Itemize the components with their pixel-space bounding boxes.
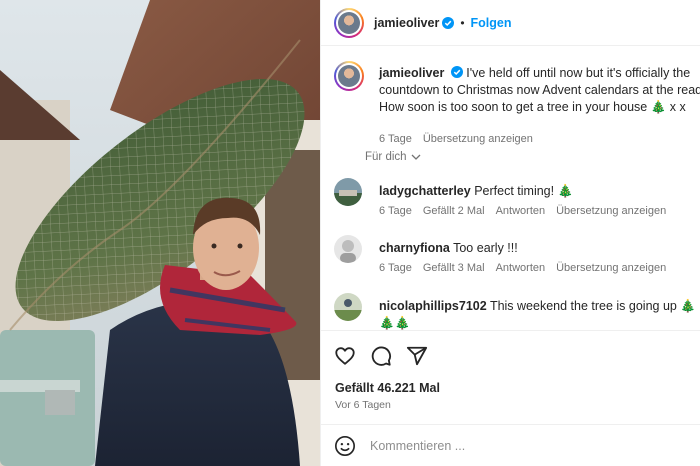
caption-age: 6 Tage bbox=[379, 133, 412, 145]
post-age: Vor 6 Tagen bbox=[335, 399, 391, 411]
share-icon[interactable] bbox=[406, 345, 428, 367]
verified-icon bbox=[450, 66, 463, 78]
separator-dot: • bbox=[460, 15, 465, 30]
like-count[interactable]: Gefällt 46.221 Mal bbox=[335, 381, 440, 395]
action-icons bbox=[334, 345, 428, 367]
comment-likes[interactable]: Gefällt 3 Mal bbox=[423, 262, 485, 274]
comment-likes[interactable]: Gefällt 2 Mal bbox=[423, 205, 485, 217]
post-header: jamieoliver • Folgen bbox=[321, 0, 700, 46]
heart-icon[interactable] bbox=[334, 345, 356, 367]
commenter-username[interactable]: charnyfiona bbox=[379, 241, 450, 255]
comment-input[interactable] bbox=[370, 438, 670, 453]
author-username[interactable]: jamieoliver bbox=[374, 16, 439, 30]
post-side-panel: jamieoliver • Folgen jamieoliver I've he… bbox=[320, 0, 700, 466]
comment-meta: 6 Tage Gefällt 2 Mal Antworten Übersetzu… bbox=[379, 205, 666, 217]
follow-button[interactable]: Folgen bbox=[471, 16, 512, 30]
instagram-post-view: jamieoliver • Folgen jamieoliver I've he… bbox=[0, 0, 700, 466]
comment-meta: 6 Tage Gefällt 3 Mal Antworten Übersetzu… bbox=[379, 262, 666, 274]
comment-icon[interactable] bbox=[370, 345, 392, 367]
comments-section: jamieoliver I've held off until now but … bbox=[321, 47, 700, 330]
commenter-avatar[interactable] bbox=[334, 178, 362, 206]
caption-line-3: How soon is too soon to get a tree in yo… bbox=[379, 100, 686, 114]
comment-sort-label: Für dich bbox=[365, 151, 407, 163]
translate-comment-button[interactable]: Übersetzung anzeigen bbox=[556, 205, 666, 217]
commenter-avatar[interactable] bbox=[334, 235, 362, 263]
chevron-down-icon bbox=[411, 154, 421, 160]
caption-text: jamieoliver I've held off until now but … bbox=[379, 65, 700, 116]
reply-button[interactable]: Antworten bbox=[496, 205, 546, 217]
commenter-username[interactable]: ladygchatterley bbox=[379, 184, 471, 198]
post-actions: Gefällt 46.221 Mal Vor 6 Tagen bbox=[321, 330, 700, 416]
caption-author[interactable]: jamieoliver bbox=[379, 66, 444, 80]
comment-composer bbox=[321, 424, 700, 466]
comment-text: nicolaphillips7102 This weekend the tree… bbox=[379, 298, 699, 330]
caption-line-1: I've held off until now but it's officia… bbox=[466, 66, 691, 80]
verified-icon bbox=[442, 16, 455, 29]
translate-caption-button[interactable]: Übersetzung anzeigen bbox=[423, 133, 533, 145]
comment-body: Too early !!! bbox=[453, 241, 518, 255]
author-avatar[interactable] bbox=[334, 7, 364, 38]
commenter-avatar[interactable] bbox=[334, 293, 362, 321]
post-photo bbox=[0, 0, 320, 466]
comment-age: 6 Tage bbox=[379, 262, 412, 274]
comment-sort-toggle[interactable]: Für dich bbox=[365, 151, 421, 163]
photo-jamie-carrying-christmas-tree bbox=[0, 0, 320, 466]
commenter-username[interactable]: nicolaphillips7102 bbox=[379, 299, 487, 313]
caption-line-2: countdown to Christmas now Advent calend… bbox=[379, 83, 700, 97]
caption-author-avatar[interactable] bbox=[334, 61, 364, 91]
comment-body: Perfect timing! 🎄 bbox=[474, 184, 574, 198]
comment-age: 6 Tage bbox=[379, 205, 412, 217]
reply-button[interactable]: Antworten bbox=[496, 262, 546, 274]
comment-text: ladygchatterley Perfect timing! 🎄 bbox=[379, 183, 699, 200]
comment-text: charnyfiona Too early !!! bbox=[379, 240, 699, 257]
caption-meta: 6 Tage Übersetzung anzeigen bbox=[379, 133, 533, 145]
translate-comment-button[interactable]: Übersetzung anzeigen bbox=[556, 262, 666, 274]
emoji-icon[interactable] bbox=[334, 435, 356, 457]
